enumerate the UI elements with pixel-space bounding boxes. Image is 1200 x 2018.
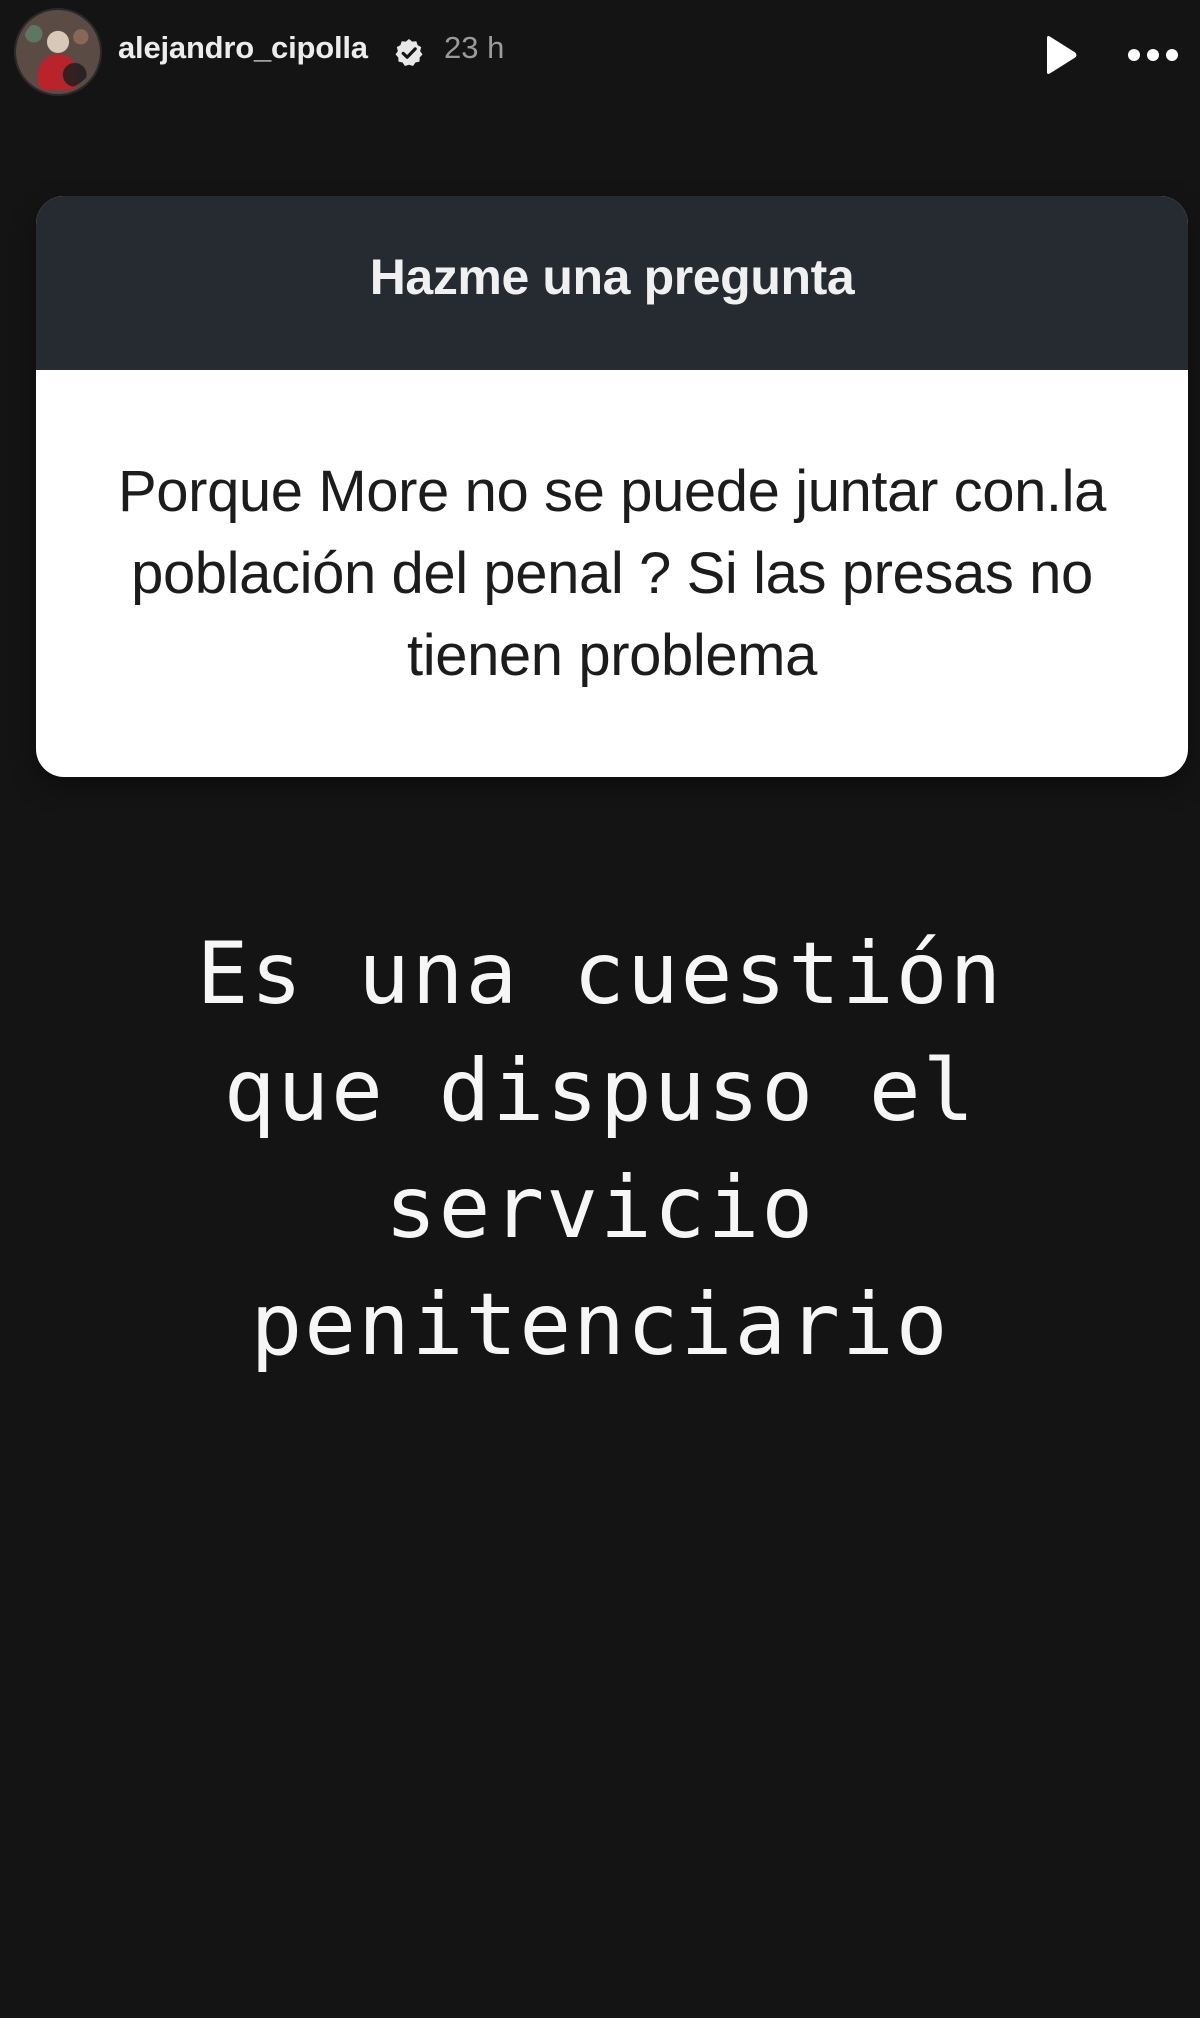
question-sticker-body: Porque More no se puede juntar con.la po… [36,370,1188,777]
play-icon [1047,36,1077,74]
question-text: Porque More no se puede juntar con.la po… [118,458,1106,688]
username[interactable]: alejandro_cipolla [118,30,368,66]
question-sticker: Hazme una pregunta Porque More no se pue… [36,196,1188,777]
more-options-icon[interactable] [1124,38,1182,72]
verified-icon [395,39,423,66]
question-sticker-header: Hazme una pregunta [36,196,1188,370]
play-button[interactable] [1040,34,1080,76]
post-time: 23 h [444,30,505,65]
answer-text: Es una cuestión que dispuso el servicio … [196,924,1058,1375]
profile-avatar[interactable] [16,10,100,94]
story-header: alejandro_cipolla 23 h [0,0,1200,110]
question-sticker-title: Hazme una pregunta [369,249,855,305]
